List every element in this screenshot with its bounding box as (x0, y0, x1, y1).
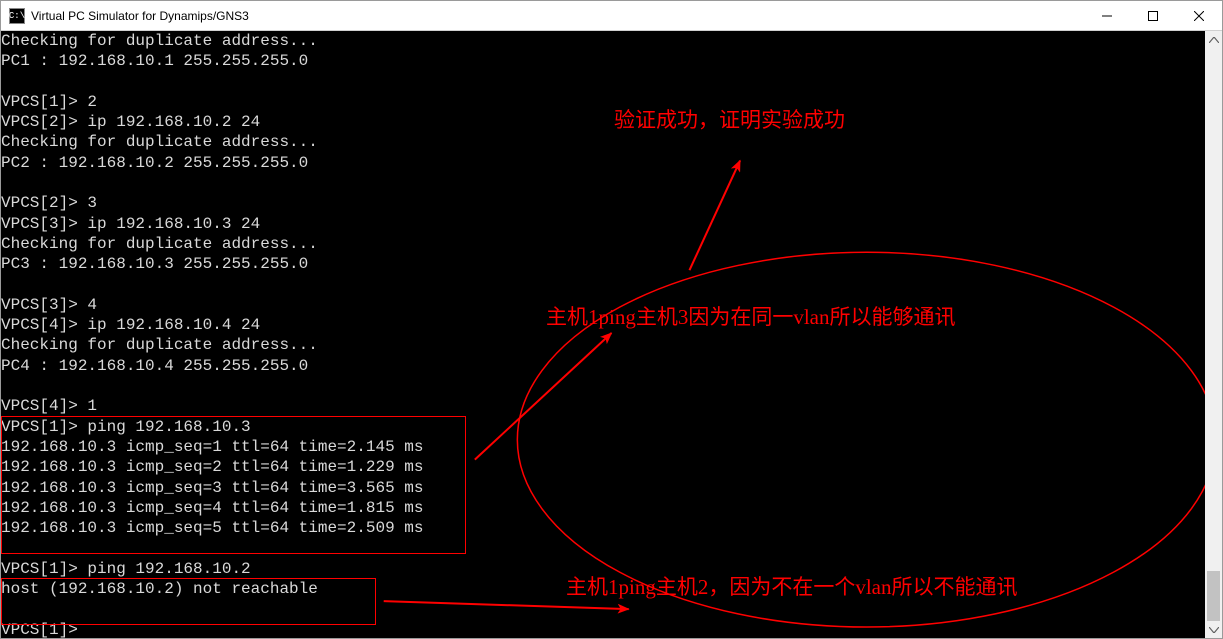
scroll-down-button[interactable] (1205, 621, 1222, 638)
minimize-icon (1102, 11, 1112, 21)
minimize-button[interactable] (1084, 1, 1130, 30)
titlebar[interactable]: C:\ Virtual PC Simulator for Dynamips/GN… (1, 1, 1222, 31)
scroll-thumb[interactable] (1207, 571, 1220, 621)
maximize-button[interactable] (1130, 1, 1176, 30)
chevron-up-icon (1209, 37, 1219, 43)
close-button[interactable] (1176, 1, 1222, 30)
app-window: C:\ Virtual PC Simulator for Dynamips/GN… (0, 0, 1223, 639)
scroll-up-button[interactable] (1205, 31, 1222, 48)
terminal-output[interactable]: Checking for duplicate address... PC1 : … (1, 31, 1205, 638)
chevron-down-icon (1209, 627, 1219, 633)
window-controls (1084, 1, 1222, 30)
client-area: Checking for duplicate address... PC1 : … (1, 31, 1222, 638)
scroll-track-top[interactable] (1205, 48, 1222, 571)
vertical-scrollbar[interactable] (1205, 31, 1222, 638)
maximize-icon (1148, 11, 1158, 21)
close-icon (1194, 11, 1204, 21)
app-icon: C:\ (9, 8, 25, 24)
window-title: Virtual PC Simulator for Dynamips/GNS3 (31, 9, 1084, 23)
